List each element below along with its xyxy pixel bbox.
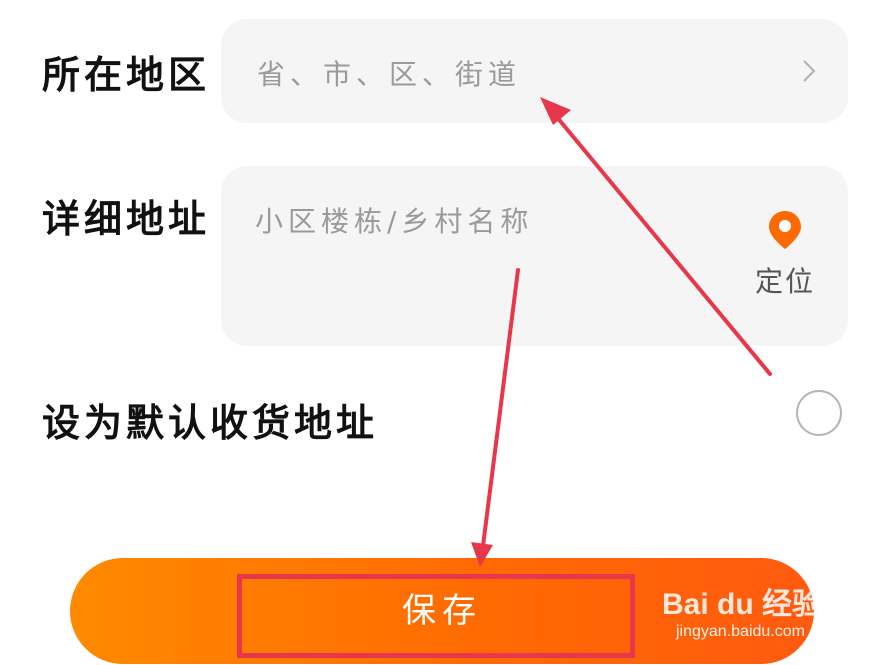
- default-address-label: 设为默认收货地址: [42, 401, 379, 445]
- locate-label: 定位: [754, 265, 815, 298]
- detail-address-placeholder: 小区楼栋/乡村名称: [255, 205, 534, 238]
- address-form-page: 所在地区 省、市、区、街道 详细地址 小区楼栋/乡村名称 定位 设为默认收货地址…: [0, 0, 886, 665]
- region-placeholder: 省、市、区、街道: [257, 58, 522, 91]
- detail-address-label: 详细地址: [42, 197, 211, 241]
- region-label: 所在地区: [42, 53, 211, 97]
- watermark-brand: Bai du 经验: [662, 588, 823, 621]
- detail-address-input[interactable]: 小区楼栋/乡村名称 定位: [221, 166, 848, 346]
- watermark-url: jingyan.baidu.com: [676, 623, 805, 640]
- baidu-jingyan-watermark: Bai du 经验 jingyan.baidu.com: [662, 579, 832, 649]
- region-selector[interactable]: 省、市、区、街道: [221, 19, 848, 123]
- location-pin-icon: [769, 211, 801, 249]
- locate-button[interactable]: 定位: [752, 210, 818, 300]
- default-address-radio[interactable]: [796, 390, 842, 436]
- chevron-right-icon: [803, 60, 816, 82]
